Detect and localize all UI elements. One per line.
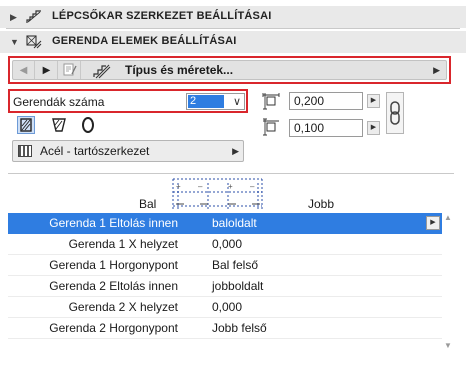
row-property-name: Gerenda 2 Eltolás innen	[49, 279, 178, 293]
table-scrollbar[interactable]: ▲ ▼	[443, 213, 455, 353]
row-property-value[interactable]: 0,000	[212, 237, 242, 251]
chevron-down-icon[interactable]: ∨	[233, 95, 241, 108]
table-row[interactable]: Gerenda 1 Eltolás innen baloldalt ▶	[8, 213, 442, 234]
chain-link-icon	[390, 101, 400, 125]
material-select[interactable]: Acél - tartószerkezet ▶	[12, 140, 244, 162]
beam-height-field[interactable]: 0,100	[289, 119, 363, 137]
submenu-arrow-icon[interactable]: ▶	[433, 65, 440, 76]
row-dropdown-arrow-icon[interactable]: ▶	[426, 216, 440, 230]
material-swatch-icon	[18, 145, 32, 157]
height-arrow-button[interactable]: ▶	[367, 121, 380, 135]
row-property-value[interactable]: Jobb felső	[212, 321, 267, 335]
scroll-down-icon[interactable]: ▼	[444, 341, 452, 350]
row-property-value[interactable]: baloldalt	[212, 216, 257, 230]
row-property-value[interactable]: jobboldalt	[212, 279, 263, 293]
beam-count-select[interactable]: 2 ∨	[186, 93, 245, 110]
tapered-profile-button[interactable]	[50, 116, 68, 134]
beam-width-icon	[262, 93, 280, 110]
submenu-arrow-icon[interactable]: ▶	[232, 146, 239, 157]
previous-button[interactable]: ◀	[13, 61, 35, 79]
collapse-arrow-icon[interactable]: ▼	[10, 37, 19, 47]
section-header-beam-elements[interactable]: ▼ GERENDA ELEMEK BEÁLLÍTÁSAI	[0, 31, 466, 53]
table-row[interactable]: Gerenda 1 Horgonypont Bal felső	[8, 255, 442, 276]
expand-arrow-icon[interactable]: ▶	[10, 12, 17, 22]
edit-button[interactable]	[59, 61, 81, 79]
beam-elements-icon	[26, 35, 42, 49]
svg-text:–: –	[250, 182, 255, 191]
beam-count-value: 2	[188, 95, 224, 108]
triangle-right-icon: ▶	[42, 64, 51, 76]
scroll-up-icon[interactable]: ▲	[444, 213, 452, 222]
table-row[interactable]: Gerenda 1 X helyzet 0,000	[8, 234, 442, 255]
section-header-stair-structure[interactable]: ▶ LÉPCSŐKAR SZERKEZET BEÁLLÍTÁSAI	[0, 6, 466, 28]
table-row[interactable]: Gerenda 2 Horgonypont Jobb felső	[8, 318, 442, 339]
row-property-name: Gerenda 2 X helyzet	[68, 300, 178, 314]
edit-list-icon	[63, 63, 77, 76]
stair-structure-icon	[26, 10, 41, 23]
beam-position-diagram: + – + –	[172, 178, 263, 211]
row-property-name: Gerenda 2 Horgonypont	[49, 321, 178, 335]
table-row[interactable]: Gerenda 2 Eltolás innen jobboldalt	[8, 276, 442, 297]
section-title: LÉPCSŐKAR SZERKEZET BEÁLLÍTÁSAI	[52, 10, 272, 22]
material-label: Acél - tartószerkezet	[40, 144, 150, 158]
next-button[interactable]: ▶	[36, 61, 58, 79]
beam-count-label: Gerendák száma	[13, 95, 105, 109]
row-property-value[interactable]: Bal felső	[212, 258, 258, 272]
beam-height-icon	[263, 118, 279, 136]
row-property-name: Gerenda 1 Eltolás innen	[49, 216, 178, 230]
stair-settings-icon	[93, 64, 111, 79]
beam-settings-table: Gerenda 1 Eltolás innen baloldalt ▶ Gerenda…	[8, 213, 442, 339]
divider	[8, 173, 454, 174]
nav-label: Típus és méretek...	[125, 63, 234, 77]
type-dimensions-navigator[interactable]: ◀ ▶ Típus és méretek... ▶	[12, 60, 447, 80]
width-arrow-button[interactable]: ▶	[367, 94, 380, 108]
row-property-name: Gerenda 1 X helyzet	[68, 237, 178, 251]
beam-width-field[interactable]: 0,200	[289, 92, 363, 110]
table-row[interactable]: Gerenda 2 X helyzet 0,000	[8, 297, 442, 318]
row-property-value[interactable]: 0,000	[212, 300, 242, 314]
section-divider	[6, 28, 460, 29]
svg-text:+: +	[176, 182, 181, 191]
round-profile-button[interactable]	[79, 116, 97, 134]
triangle-left-icon: ◀	[19, 64, 28, 76]
svg-text:+: +	[228, 182, 233, 191]
svg-text:–: –	[198, 182, 203, 191]
left-column-label: Bal	[139, 197, 157, 211]
row-property-name: Gerenda 1 Horgonypont	[49, 258, 178, 272]
rectangular-profile-button[interactable]	[17, 116, 35, 134]
section-title: GERENDA ELEMEK BEÁLLÍTÁSAI	[52, 35, 237, 47]
right-column-label: Jobb	[308, 197, 335, 211]
link-dimensions-button[interactable]	[386, 92, 404, 134]
